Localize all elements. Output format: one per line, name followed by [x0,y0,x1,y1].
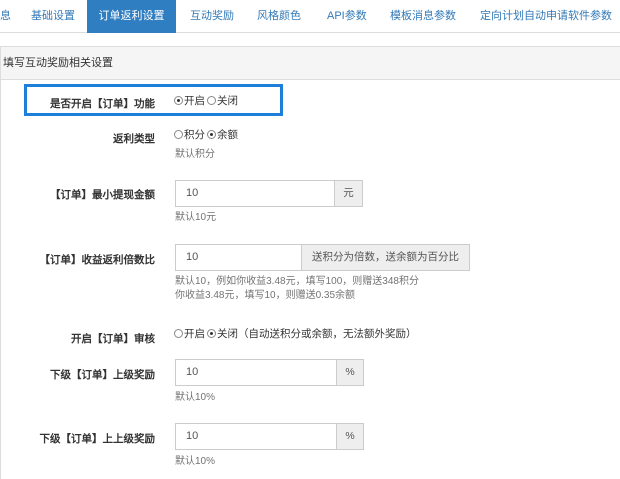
rebate-type-label: 返利类型 [113,133,155,145]
tab-bar: 息 基础设置 订单返利设置 互动奖励 风格颜色 API参数 模板消息参数 定向计… [0,0,620,33]
sub-reward-unit: % [336,359,364,386]
tab-order-rebate-settings[interactable]: 订单返利设置 [87,0,176,33]
rebate-balance-option[interactable]: 余额 [207,127,238,142]
tab-basic-settings[interactable]: 基础设置 [31,0,81,33]
tab-style-colors[interactable]: 风格颜色 [257,0,307,33]
radio-review-on-icon[interactable] [174,329,183,338]
order-review-options: 开启 关闭（自动送积分或余额，无法额外奖励） [174,326,419,341]
highlight-box [24,84,283,116]
rebate-multiple-group: 10 送积分为倍数，送余额为百分比 [175,244,470,271]
tab-template-message-params[interactable]: 模板消息参数 [390,0,470,33]
tab-interaction-rewards[interactable]: 互动奖励 [190,0,240,33]
tab-info[interactable]: 息 [0,0,18,33]
sub-sub-reward-input[interactable]: 10 [175,423,336,450]
tab-api-params[interactable]: API参数 [327,0,377,33]
sub-sub-reward-unit: % [336,423,364,450]
rebate-type-help: 默认积分 [175,149,215,160]
min-withdraw-group: 10 元 [175,180,363,207]
order-review-label: 开启【订单】审核 [71,333,155,345]
panel-heading: 填写互动奖励相关设置 [1,47,620,80]
order-review-off-option[interactable]: 关闭（自动送积分或余额，无法额外奖励） [207,326,417,341]
rebate-multiple-input[interactable]: 10 [175,244,301,271]
order-review-on-option[interactable]: 开启 [174,326,205,341]
sub-sub-reward-label: 下级【订单】上上级奖励 [39,433,156,445]
sub-reward-label: 下级【订单】上级奖励 [50,369,155,381]
min-withdraw-help: 默认10元 [175,212,217,223]
rebate-points-option[interactable]: 积分 [174,127,205,142]
sub-reward-help: 默认10% [175,392,216,403]
radio-balance-icon[interactable] [207,130,216,139]
rebate-multiple-help-line1: 默认10，例如你收益3.48元，填写100，则赠送348积分 [175,276,419,287]
min-withdraw-unit: 元 [334,180,363,207]
sub-reward-input[interactable]: 10 [175,359,336,386]
min-withdraw-input[interactable]: 10 [175,180,334,207]
min-withdraw-label: 【订单】最小提现金额 [50,189,155,201]
radio-points-icon[interactable] [174,130,183,139]
sub-reward-group: 10 % [175,359,364,386]
sub-sub-reward-group: 10 % [175,423,364,450]
radio-review-off-icon[interactable] [207,329,216,338]
rebate-multiple-addon: 送积分为倍数，送余额为百分比 [301,244,470,271]
tab-targeted-plan-params[interactable]: 定向计划自动申请软件参数 [480,0,620,33]
rebate-multiple-help-line2: 你收益3.48元，填写10，则赠送0.35余额 [175,290,356,301]
rebate-multiple-label: 【订单】收益返利倍数比 [39,254,156,266]
sub-sub-reward-help: 默认10% [175,456,216,467]
rebate-type-options: 积分 余额 [174,127,240,142]
